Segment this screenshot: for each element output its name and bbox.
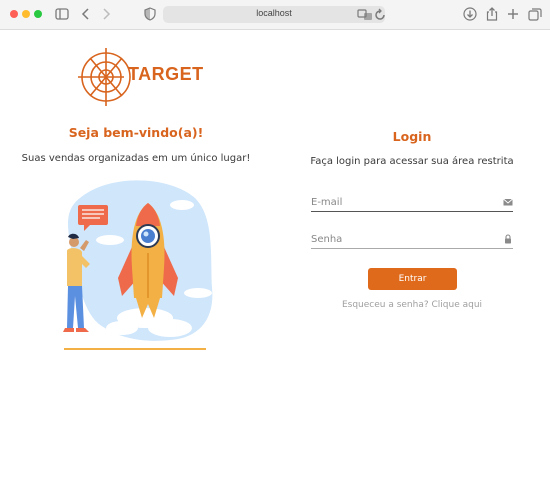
share-icon[interactable] (484, 6, 500, 22)
email-input[interactable] (311, 194, 496, 210)
tab-overview-icon[interactable] (527, 6, 543, 22)
url-text: localhost (256, 8, 292, 18)
forgot-password-link[interactable]: Esqueceu a senha? Clique aqui (312, 300, 512, 310)
zoom-window-button[interactable] (34, 10, 42, 18)
translate-icon[interactable] (357, 7, 372, 21)
envelope-icon (503, 197, 513, 207)
login-submit-button[interactable]: Entrar (368, 268, 457, 290)
login-subtitle: Faça login para acessar sua área restrit… (310, 156, 514, 167)
browser-toolbar: localhost (0, 0, 550, 30)
email-field (311, 194, 513, 212)
password-field (311, 231, 513, 249)
minimize-window-button[interactable] (22, 10, 30, 18)
logo-text: TARGET (128, 64, 204, 84)
lock-icon (503, 234, 513, 244)
target-logo: TARGET (78, 46, 203, 108)
back-icon[interactable] (78, 6, 94, 22)
login-title: Login (392, 129, 432, 144)
password-input[interactable] (311, 231, 496, 247)
new-tab-icon[interactable] (505, 6, 521, 22)
close-window-button[interactable] (10, 10, 18, 18)
privacy-shield-icon[interactable] (142, 6, 158, 22)
downloads-icon[interactable] (462, 6, 478, 22)
rocket-illustration (50, 178, 220, 353)
welcome-title: Seja bem-vindo(a)! (68, 125, 204, 140)
reload-icon[interactable] (372, 7, 385, 21)
sidebar-icon[interactable] (54, 6, 70, 22)
address-bar[interactable]: localhost (163, 6, 385, 23)
welcome-subtitle: Suas vendas organizadas em um único luga… (21, 153, 251, 164)
forward-icon[interactable] (98, 6, 114, 22)
